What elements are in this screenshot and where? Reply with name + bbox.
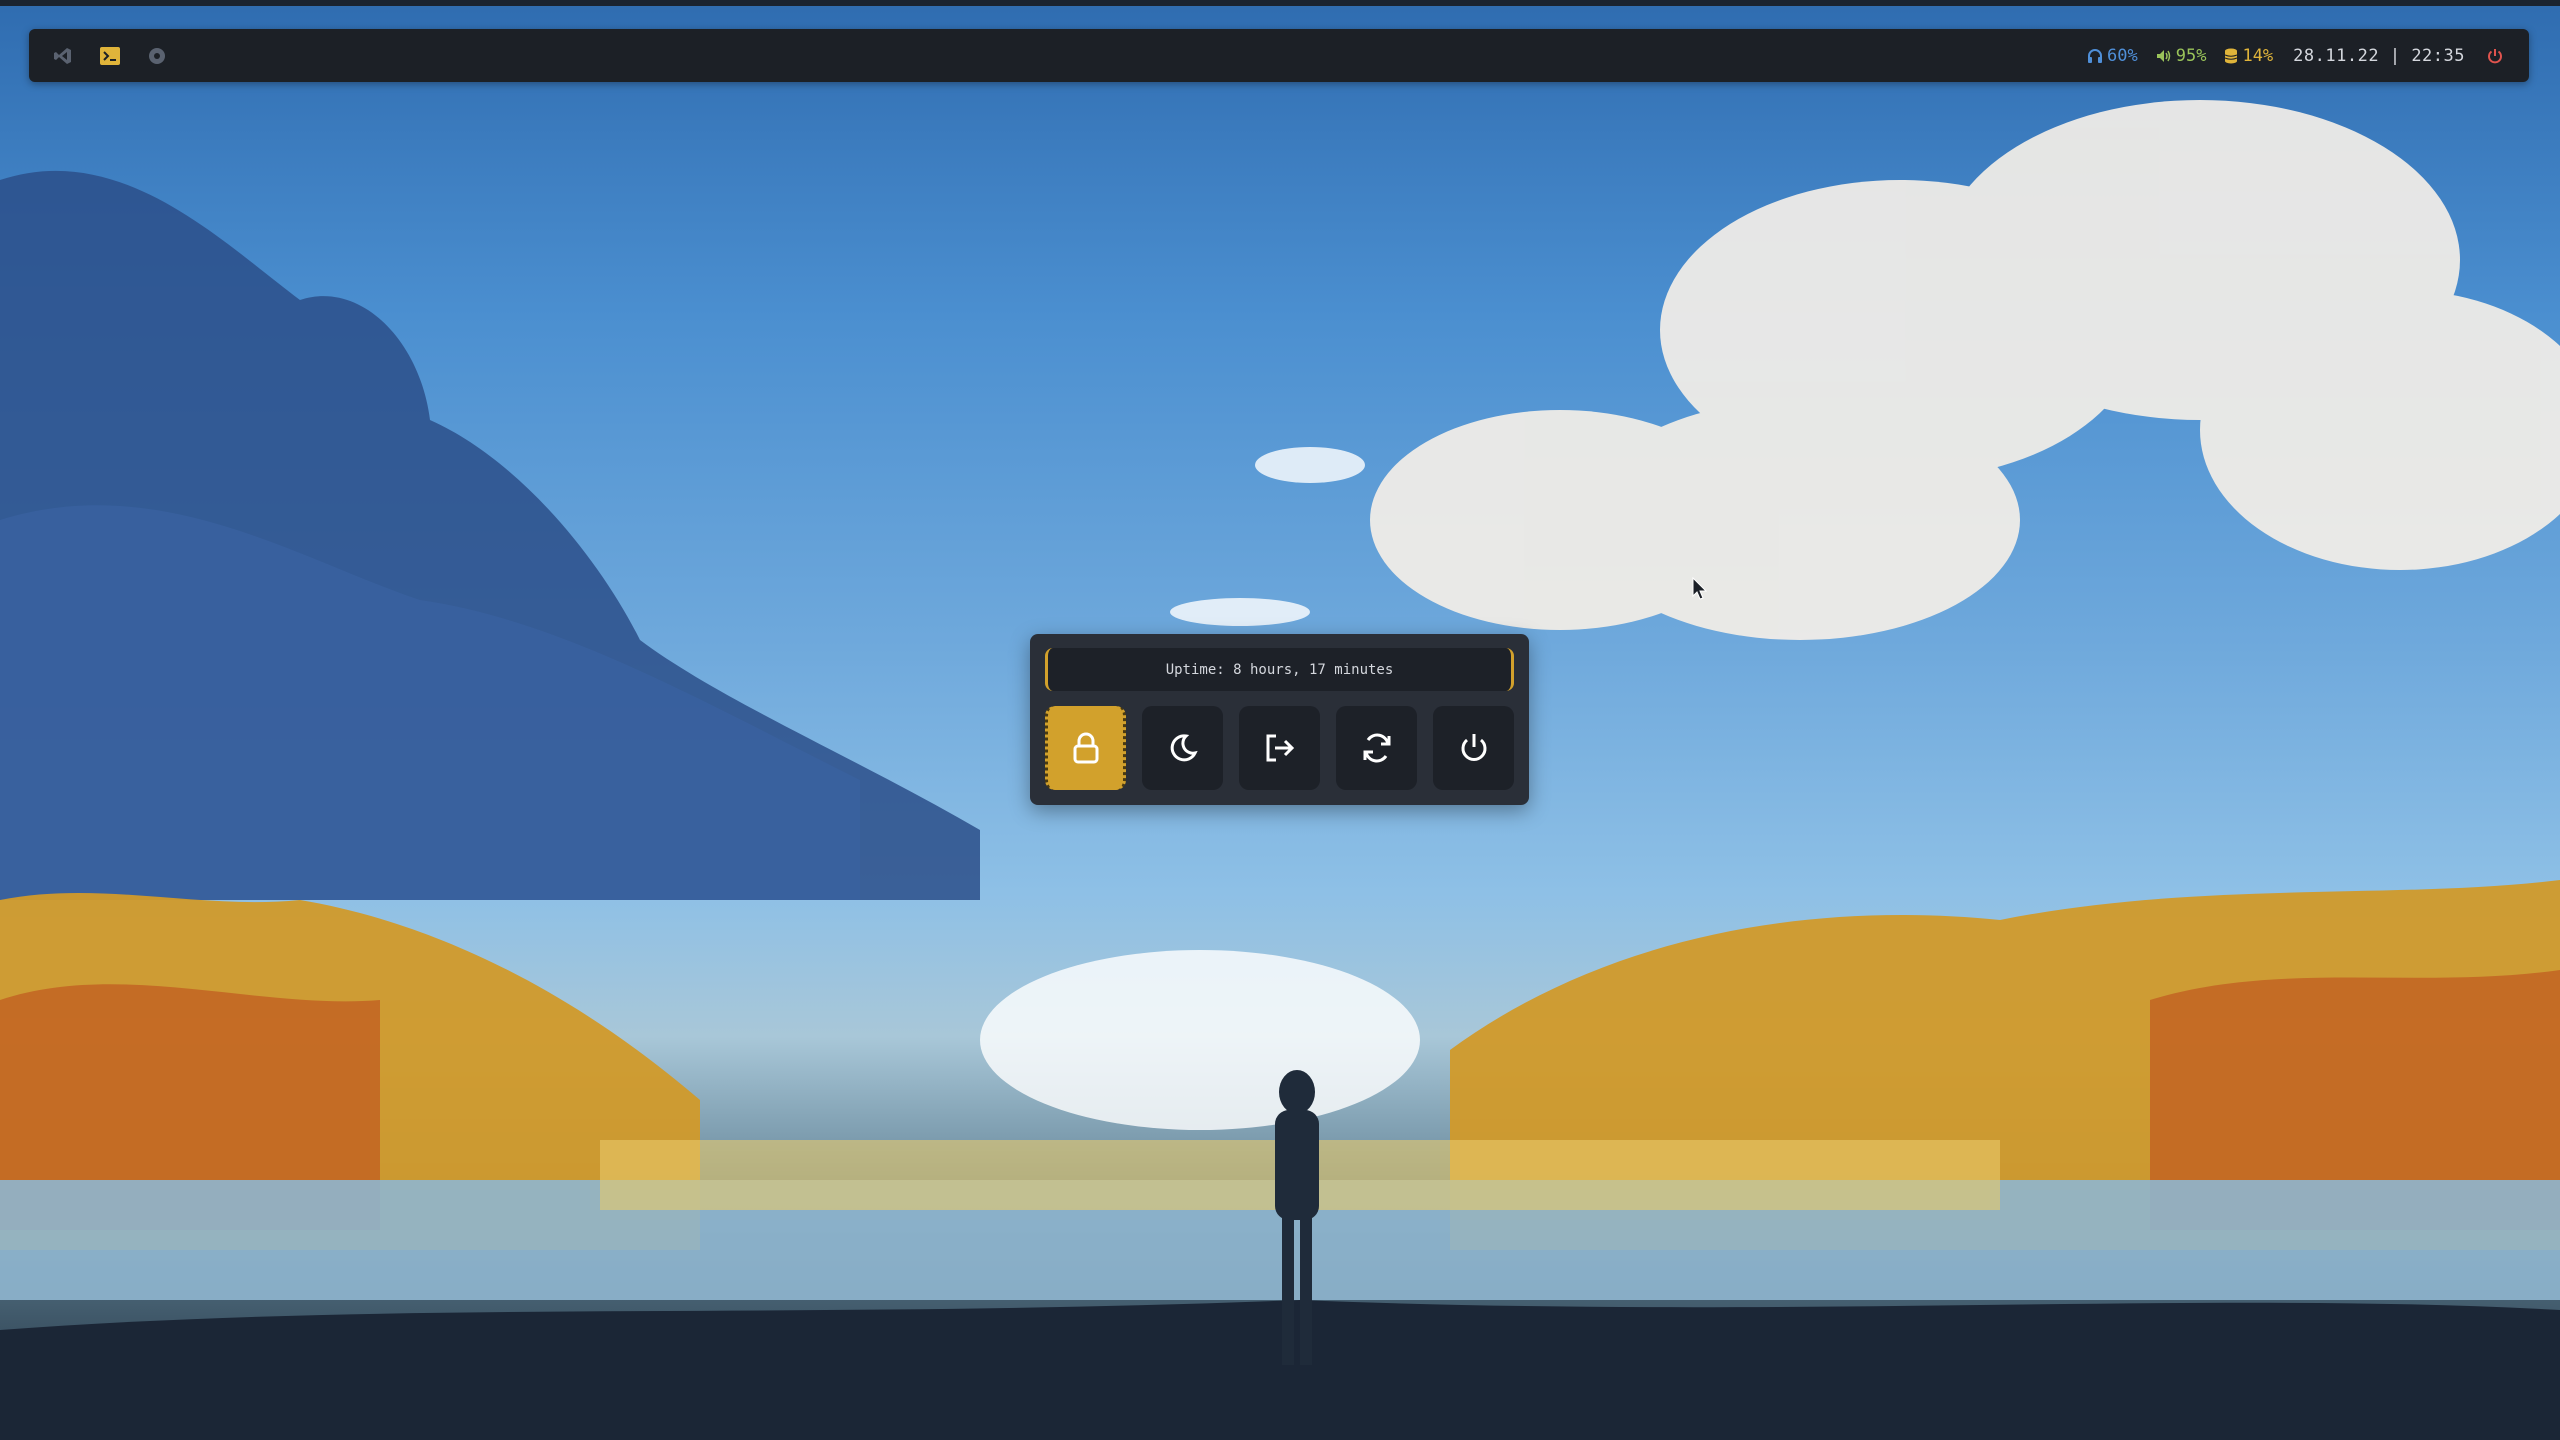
time-text: 22:35 xyxy=(2411,45,2465,66)
desktop: 60% 95% 14% 28.11.22 | 22:35 Uptime: 8 h… xyxy=(0,0,2560,1440)
reboot-button[interactable] xyxy=(1336,706,1417,790)
power-menu-button[interactable] xyxy=(2487,48,2507,64)
power-icon xyxy=(2488,48,2502,63)
date-text: 28.11.22 xyxy=(2293,45,2380,66)
uptime-label: Uptime: 8 hours, 17 minutes xyxy=(1045,648,1514,691)
terminal-icon xyxy=(100,46,120,65)
lock-icon xyxy=(1073,732,1098,764)
workspace-terminal[interactable] xyxy=(98,44,122,68)
workspace-vscode[interactable] xyxy=(51,44,75,68)
reboot-icon xyxy=(1363,733,1390,763)
power-icon xyxy=(1461,734,1486,761)
shutdown-button[interactable] xyxy=(1433,706,1514,790)
logout-button[interactable] xyxy=(1239,706,1320,790)
top-bar: 60% 95% 14% 28.11.22 | 22:35 xyxy=(29,29,2529,82)
browser-icon xyxy=(149,47,165,64)
clock-separator: | xyxy=(2389,45,2401,66)
volume-icon xyxy=(2156,49,2170,62)
mouse-cursor xyxy=(1692,577,1708,600)
volume-value: 95% xyxy=(2175,45,2207,66)
clock[interactable]: 28.11.22 | 22:35 xyxy=(2293,46,2465,66)
disk-module[interactable]: 14% xyxy=(2224,46,2273,66)
workspace-list xyxy=(51,44,192,68)
volume-module[interactable]: 95% xyxy=(2156,45,2207,66)
status-modules: 60% 95% 14% 28.11.22 | 22:35 xyxy=(2069,46,2507,66)
headphones-icon xyxy=(2088,48,2103,63)
headphones-module[interactable]: 60% xyxy=(2087,46,2138,66)
power-actions xyxy=(1045,706,1514,790)
workspace-browser[interactable] xyxy=(145,44,169,68)
database-icon xyxy=(2225,48,2238,63)
power-menu: Uptime: 8 hours, 17 minutes xyxy=(1030,634,1529,805)
headphones-value: 60% xyxy=(2107,45,2138,66)
suspend-button[interactable] xyxy=(1142,706,1223,790)
disk-value: 14% xyxy=(2242,45,2274,66)
moon-icon xyxy=(1170,734,1198,762)
lock-button[interactable] xyxy=(1045,706,1126,790)
screen-top-edge xyxy=(0,0,2560,6)
logout-icon xyxy=(1266,734,1294,762)
vscode-icon xyxy=(54,47,71,64)
